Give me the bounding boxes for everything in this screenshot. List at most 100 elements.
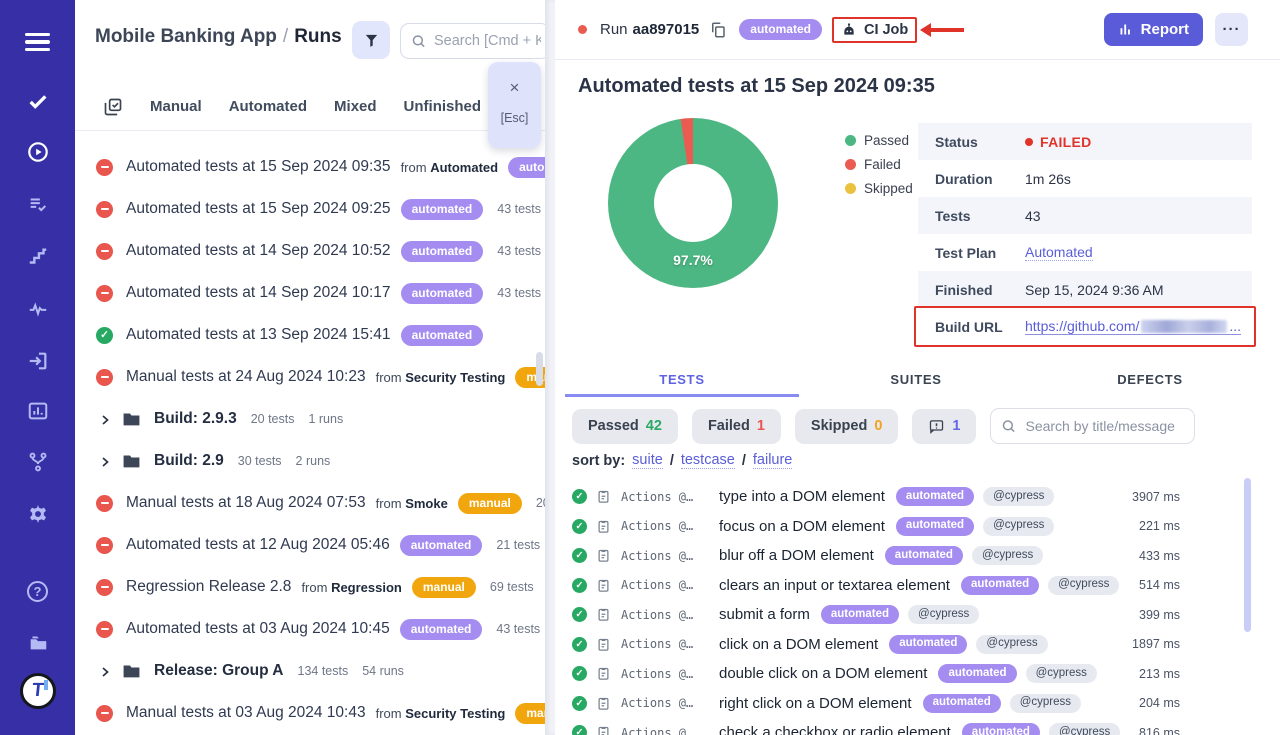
tab-defects[interactable]: DEFECTS	[1033, 366, 1267, 397]
right-scrollbar[interactable]	[1244, 478, 1251, 632]
test-result-row[interactable]: Actions @… focus on a DOM element automa…	[572, 512, 1180, 542]
test-result-row[interactable]: Actions @… check a checkbox or radio ele…	[572, 718, 1180, 735]
build-url-link[interactable]: https://github.com/...	[1025, 318, 1241, 335]
sidebar-item-projects[interactable]	[0, 627, 75, 657]
tests-search-input[interactable]	[990, 408, 1195, 444]
test-result-row[interactable]: Actions @… type into a DOM element autom…	[572, 482, 1180, 512]
group-title[interactable]: Build: 2.9.3	[154, 410, 237, 428]
run-title[interactable]: Automated tests at 13 Sep 2024 15:41	[126, 326, 391, 344]
run-list-item[interactable]: Automated tests at 15 Sep 2024 09:25 aut…	[75, 188, 545, 230]
tab-automated[interactable]: Automated	[229, 98, 307, 115]
tab-suites[interactable]: SUITES	[799, 366, 1033, 397]
sidebar-item-testcases[interactable]	[0, 86, 75, 116]
sidebar-item-integrations[interactable]	[0, 447, 75, 477]
ci-job-button-annotated[interactable]: CI Job	[832, 17, 917, 43]
group-title[interactable]: Build: 2.9	[154, 452, 224, 470]
run-title[interactable]: Automated tests at 12 Aug 2024 05:46	[126, 536, 390, 554]
run-list-item[interactable]: Manual tests at 18 Aug 2024 07:53 from S…	[75, 482, 545, 524]
sidebar-item-milestones[interactable]	[0, 242, 75, 272]
test-result-row[interactable]: Actions @… click on a DOM element automa…	[572, 630, 1180, 660]
test-title[interactable]: check a checkbox or radio element	[719, 724, 951, 735]
test-result-row[interactable]: Actions @… clears an input or textarea e…	[572, 571, 1180, 601]
sort-by-failure[interactable]: failure	[753, 452, 793, 469]
run-list-item[interactable]: Manual tests at 03 Aug 2024 10:43 from S…	[75, 692, 545, 734]
sidebar-item-activity[interactable]	[0, 294, 75, 324]
run-type-badge: automated	[401, 199, 484, 220]
test-title[interactable]: double click on a DOM element	[719, 665, 927, 682]
sidebar-item-requirements[interactable]	[0, 346, 75, 376]
sort-by-suite[interactable]: suite	[632, 452, 663, 469]
sidebar-item-help[interactable]: ?	[0, 576, 75, 606]
sort-row: sort by: suite / testcase / failure	[572, 452, 792, 469]
sort-by-testcase[interactable]: testcase	[681, 452, 735, 469]
filter-failed-chip[interactable]: Failed1	[692, 409, 781, 444]
test-result-row[interactable]: Actions @… submit a form automated @cypr…	[572, 600, 1180, 630]
test-result-row[interactable]: Actions @… right click on a DOM element …	[572, 689, 1180, 719]
run-title[interactable]: Manual tests at 24 Aug 2024 10:23	[126, 368, 366, 386]
test-result-list: Actions @… type into a DOM element autom…	[572, 482, 1180, 735]
sidebar-item-settings[interactable]	[0, 499, 75, 529]
annotation-arrow-left	[931, 28, 964, 32]
run-title[interactable]: Manual tests at 18 Aug 2024 07:53	[126, 494, 366, 512]
chevron-right-icon[interactable]	[99, 413, 111, 425]
test-result-row[interactable]: Actions @… blur off a DOM element automa…	[572, 541, 1180, 571]
donut-legend: Passed Failed Skipped	[845, 128, 913, 200]
test-title[interactable]: click on a DOM element	[719, 636, 878, 653]
close-esc-button[interactable]: × [Esc]	[488, 62, 541, 148]
test-result-row[interactable]: Actions @… double click on a DOM element…	[572, 659, 1180, 689]
tab-tests[interactable]: TESTS	[565, 366, 799, 397]
copy-icon[interactable]	[709, 21, 727, 39]
chevron-right-icon[interactable]	[99, 455, 111, 467]
left-scrollbar[interactable]	[536, 352, 543, 386]
test-title[interactable]: clears an input or textarea element	[719, 577, 950, 594]
tab-manual[interactable]: Manual	[150, 98, 202, 115]
close-icon: ×	[510, 79, 520, 96]
breadcrumb-project[interactable]: Mobile Banking App	[95, 26, 277, 47]
test-title[interactable]: blur off a DOM element	[719, 547, 874, 564]
tab-mixed[interactable]: Mixed	[334, 98, 377, 115]
run-list-item[interactable]: Build: 2.9 30 tests 2 runs	[75, 440, 545, 482]
run-title[interactable]: Regression Release 2.8	[126, 578, 291, 596]
sidebar-item-runs[interactable]	[0, 137, 75, 167]
run-title[interactable]: Automated tests at 14 Sep 2024 10:52	[126, 242, 391, 260]
comments-filter-chip[interactable]: 1	[912, 409, 976, 444]
run-title[interactable]: Automated tests at 03 Aug 2024 10:45	[126, 620, 390, 638]
tab-unfinished[interactable]: Unfinished	[404, 98, 482, 115]
run-list-item[interactable]: Automated tests at 15 Sep 2024 09:35 fro…	[75, 146, 545, 188]
menu-button[interactable]	[0, 27, 75, 57]
report-button[interactable]: Report	[1104, 13, 1203, 46]
run-list-item[interactable]: Automated tests at 03 Aug 2024 10:45 aut…	[75, 608, 545, 650]
select-all-icon[interactable]	[103, 97, 123, 117]
group-title[interactable]: Release: Group A	[154, 662, 284, 680]
run-title[interactable]: Automated tests at 15 Sep 2024 09:35	[126, 158, 391, 176]
run-list-item[interactable]: Automated tests at 13 Sep 2024 15:41 aut…	[75, 314, 545, 356]
test-title[interactable]: right click on a DOM element	[719, 695, 912, 712]
run-list-item[interactable]: Manual tests at 24 Aug 2024 10:23 from S…	[75, 356, 545, 398]
run-list-item[interactable]: Automated tests at 12 Aug 2024 05:46 aut…	[75, 524, 545, 566]
test-title[interactable]: focus on a DOM element	[719, 518, 885, 535]
test-title[interactable]: submit a form	[719, 606, 810, 623]
test-plan-link[interactable]: Automated	[1025, 244, 1093, 261]
test-title[interactable]: type into a DOM element	[719, 488, 885, 505]
chevron-right-icon[interactable]	[99, 665, 111, 677]
run-list-item[interactable]: Regression Release 2.8 from Regression m…	[75, 566, 545, 608]
more-actions-button[interactable]: ···	[1215, 13, 1248, 46]
filter-passed-chip[interactable]: Passed42	[572, 409, 678, 444]
run-title[interactable]: Automated tests at 14 Sep 2024 10:17	[126, 284, 391, 302]
run-list-item[interactable]: Automated tests at 14 Sep 2024 10:52 aut…	[75, 230, 545, 272]
breadcrumb-separator: /	[277, 26, 294, 47]
run-list-item[interactable]: Automated tests at 14 Sep 2024 10:17 aut…	[75, 272, 545, 314]
run-status-icon	[96, 495, 113, 512]
run-list-item[interactable]: Build: 2.9.3 20 tests 1 runs	[75, 398, 545, 440]
sidebar-item-reports[interactable]	[0, 396, 75, 426]
filter-skipped-chip[interactable]: Skipped0	[795, 409, 898, 444]
run-list-item[interactable]: Release: Group A 134 tests 54 runs	[75, 650, 545, 692]
clipboard-icon	[596, 696, 611, 711]
run-title[interactable]: Manual tests at 03 Aug 2024 10:43	[126, 704, 366, 722]
sidebar-item-test-plans[interactable]	[0, 190, 75, 220]
runs-type-tabs: Manual Automated Mixed Unfinished	[75, 83, 545, 131]
run-from-plan: from Security Testing	[376, 706, 506, 721]
filter-button[interactable]	[352, 21, 390, 59]
app-logo[interactable]: T	[0, 676, 75, 706]
run-title[interactable]: Automated tests at 15 Sep 2024 09:25	[126, 200, 391, 218]
